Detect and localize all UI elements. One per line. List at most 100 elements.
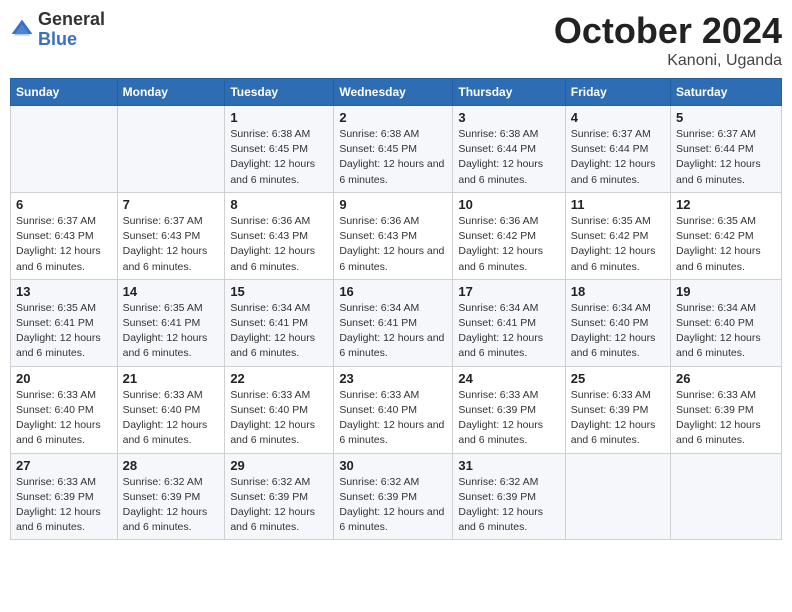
day-number: 22 xyxy=(230,371,328,386)
calendar-week-1: 1 Sunrise: 6:38 AM Sunset: 6:45 PM Daylig… xyxy=(11,106,782,193)
calendar-week-3: 13Sunrise: 6:35 AM Sunset: 6:41 PM Dayli… xyxy=(11,279,782,366)
calendar-week-5: 27 Sunrise: 6:33 AM Sunset: 6:39 PM Dayli… xyxy=(11,453,782,540)
calendar-cell: 2 Sunrise: 6:38 AM Sunset: 6:45 PM Daylig… xyxy=(334,106,453,193)
day-detail: Sunrise: 6:33 AM Sunset: 6:39 PM Dayligh… xyxy=(16,475,112,536)
logo-text: General Blue xyxy=(38,10,105,50)
day-detail: Sunrise: 6:33 AM Sunset: 6:40 PM Dayligh… xyxy=(123,388,220,449)
calendar-cell: 22 Sunrise: 6:33 AM Sunset: 6:40 PM Dayli… xyxy=(225,366,334,453)
day-number: 5 xyxy=(676,110,776,125)
logo: General Blue xyxy=(10,10,105,50)
day-detail: Sunrise: 6:32 AM Sunset: 6:39 PM Dayligh… xyxy=(458,475,559,536)
calendar-cell: 17Sunrise: 6:34 AM Sunset: 6:41 PM Dayli… xyxy=(453,279,565,366)
day-detail: Sunrise: 6:32 AM Sunset: 6:39 PM Dayligh… xyxy=(339,475,447,536)
calendar-cell: 26 Sunrise: 6:33 AM Sunset: 6:39 PM Dayli… xyxy=(671,366,782,453)
day-number: 29 xyxy=(230,458,328,473)
day-detail: Sunrise: 6:33 AM Sunset: 6:39 PM Dayligh… xyxy=(571,388,665,449)
day-detail: Sunrise: 6:34 AM Sunset: 6:41 PM Dayligh… xyxy=(458,301,559,362)
calendar-cell xyxy=(11,106,118,193)
calendar-cell: 19 Sunrise: 6:34 AM Sunset: 6:40 PM Dayli… xyxy=(671,279,782,366)
day-number: 19 xyxy=(676,284,776,299)
day-detail: Sunrise: 6:33 AM Sunset: 6:40 PM Dayligh… xyxy=(230,388,328,449)
calendar-cell xyxy=(671,453,782,540)
day-detail: Sunrise: 6:33 AM Sunset: 6:40 PM Dayligh… xyxy=(339,388,447,449)
title-block: October 2024 Kanoni, Uganda xyxy=(554,10,782,70)
day-detail: Sunrise: 6:33 AM Sunset: 6:40 PM Dayligh… xyxy=(16,388,112,449)
day-detail: Sunrise: 6:37 AM Sunset: 6:44 PM Dayligh… xyxy=(676,127,776,188)
day-detail: Sunrise: 6:32 AM Sunset: 6:39 PM Dayligh… xyxy=(123,475,220,536)
day-number: 1 xyxy=(230,110,328,125)
calendar-cell: 10 Sunrise: 6:36 AM Sunset: 6:42 PM Dayli… xyxy=(453,192,565,279)
header-tuesday: Tuesday xyxy=(225,79,334,106)
day-detail: Sunrise: 6:34 AM Sunset: 6:40 PM Dayligh… xyxy=(676,301,776,362)
calendar-cell: 18 Sunrise: 6:34 AM Sunset: 6:40 PM Dayli… xyxy=(565,279,670,366)
day-number: 27 xyxy=(16,458,112,473)
calendar-cell xyxy=(565,453,670,540)
header-friday: Friday xyxy=(565,79,670,106)
calendar-cell: 8 Sunrise: 6:36 AM Sunset: 6:43 PM Daylig… xyxy=(225,192,334,279)
day-number: 7 xyxy=(123,197,220,212)
day-number: 26 xyxy=(676,371,776,386)
day-detail: Sunrise: 6:37 AM Sunset: 6:43 PM Dayligh… xyxy=(16,214,112,275)
day-number: 6 xyxy=(16,197,112,212)
calendar-cell: 30 Sunrise: 6:32 AM Sunset: 6:39 PM Dayli… xyxy=(334,453,453,540)
day-detail: Sunrise: 6:36 AM Sunset: 6:42 PM Dayligh… xyxy=(458,214,559,275)
day-number: 2 xyxy=(339,110,447,125)
day-detail: Sunrise: 6:37 AM Sunset: 6:44 PM Dayligh… xyxy=(571,127,665,188)
day-number: 8 xyxy=(230,197,328,212)
calendar-cell: 21 Sunrise: 6:33 AM Sunset: 6:40 PM Dayli… xyxy=(117,366,225,453)
day-number: 24 xyxy=(458,371,559,386)
logo-blue: Blue xyxy=(38,30,105,50)
calendar-cell: 4 Sunrise: 6:37 AM Sunset: 6:44 PM Daylig… xyxy=(565,106,670,193)
day-detail: Sunrise: 6:34 AM Sunset: 6:41 PM Dayligh… xyxy=(230,301,328,362)
header-wednesday: Wednesday xyxy=(334,79,453,106)
calendar-cell: 23 Sunrise: 6:33 AM Sunset: 6:40 PM Dayli… xyxy=(334,366,453,453)
calendar-cell: 27 Sunrise: 6:33 AM Sunset: 6:39 PM Dayli… xyxy=(11,453,118,540)
calendar-cell: 29 Sunrise: 6:32 AM Sunset: 6:39 PM Dayli… xyxy=(225,453,334,540)
page-title: October 2024 xyxy=(554,10,782,52)
calendar-cell: 11 Sunrise: 6:35 AM Sunset: 6:42 PM Dayli… xyxy=(565,192,670,279)
day-detail: Sunrise: 6:37 AM Sunset: 6:43 PM Dayligh… xyxy=(123,214,220,275)
day-number: 23 xyxy=(339,371,447,386)
day-detail: Sunrise: 6:35 AM Sunset: 6:42 PM Dayligh… xyxy=(571,214,665,275)
day-number: 4 xyxy=(571,110,665,125)
day-number: 11 xyxy=(571,197,665,212)
day-detail: Sunrise: 6:34 AM Sunset: 6:40 PM Dayligh… xyxy=(571,301,665,362)
day-number: 9 xyxy=(339,197,447,212)
calendar-week-4: 20Sunrise: 6:33 AM Sunset: 6:40 PM Dayli… xyxy=(11,366,782,453)
calendar-cell: 5 Sunrise: 6:37 AM Sunset: 6:44 PM Daylig… xyxy=(671,106,782,193)
page-header: General Blue October 2024 Kanoni, Uganda xyxy=(10,10,782,70)
calendar-week-2: 6 Sunrise: 6:37 AM Sunset: 6:43 PM Daylig… xyxy=(11,192,782,279)
day-number: 3 xyxy=(458,110,559,125)
calendar-cell: 7 Sunrise: 6:37 AM Sunset: 6:43 PM Daylig… xyxy=(117,192,225,279)
header-saturday: Saturday xyxy=(671,79,782,106)
calendar-cell: 15Sunrise: 6:34 AM Sunset: 6:41 PM Dayli… xyxy=(225,279,334,366)
day-number: 21 xyxy=(123,371,220,386)
day-detail: Sunrise: 6:35 AM Sunset: 6:41 PM Dayligh… xyxy=(123,301,220,362)
calendar-cell: 24Sunrise: 6:33 AM Sunset: 6:39 PM Dayli… xyxy=(453,366,565,453)
calendar-cell: 16Sunrise: 6:34 AM Sunset: 6:41 PM Dayli… xyxy=(334,279,453,366)
day-detail: Sunrise: 6:33 AM Sunset: 6:39 PM Dayligh… xyxy=(676,388,776,449)
header-sunday: Sunday xyxy=(11,79,118,106)
day-detail: Sunrise: 6:36 AM Sunset: 6:43 PM Dayligh… xyxy=(339,214,447,275)
day-number: 28 xyxy=(123,458,220,473)
day-number: 31 xyxy=(458,458,559,473)
day-number: 12 xyxy=(676,197,776,212)
day-number: 30 xyxy=(339,458,447,473)
day-number: 14 xyxy=(123,284,220,299)
calendar-cell: 6 Sunrise: 6:37 AM Sunset: 6:43 PM Daylig… xyxy=(11,192,118,279)
day-detail: Sunrise: 6:32 AM Sunset: 6:39 PM Dayligh… xyxy=(230,475,328,536)
calendar-cell: 3Sunrise: 6:38 AM Sunset: 6:44 PM Daylig… xyxy=(453,106,565,193)
day-number: 18 xyxy=(571,284,665,299)
logo-general: General xyxy=(38,10,105,30)
calendar-cell: 12 Sunrise: 6:35 AM Sunset: 6:42 PM Dayli… xyxy=(671,192,782,279)
day-detail: Sunrise: 6:35 AM Sunset: 6:42 PM Dayligh… xyxy=(676,214,776,275)
day-detail: Sunrise: 6:36 AM Sunset: 6:43 PM Dayligh… xyxy=(230,214,328,275)
calendar-cell: 20Sunrise: 6:33 AM Sunset: 6:40 PM Dayli… xyxy=(11,366,118,453)
day-detail: Sunrise: 6:38 AM Sunset: 6:45 PM Dayligh… xyxy=(339,127,447,188)
day-number: 10 xyxy=(458,197,559,212)
calendar-cell: 25Sunrise: 6:33 AM Sunset: 6:39 PM Dayli… xyxy=(565,366,670,453)
calendar-cell: 9 Sunrise: 6:36 AM Sunset: 6:43 PM Daylig… xyxy=(334,192,453,279)
day-detail: Sunrise: 6:38 AM Sunset: 6:45 PM Dayligh… xyxy=(230,127,328,188)
day-detail: Sunrise: 6:34 AM Sunset: 6:41 PM Dayligh… xyxy=(339,301,447,362)
calendar-cell: 28 Sunrise: 6:32 AM Sunset: 6:39 PM Dayli… xyxy=(117,453,225,540)
